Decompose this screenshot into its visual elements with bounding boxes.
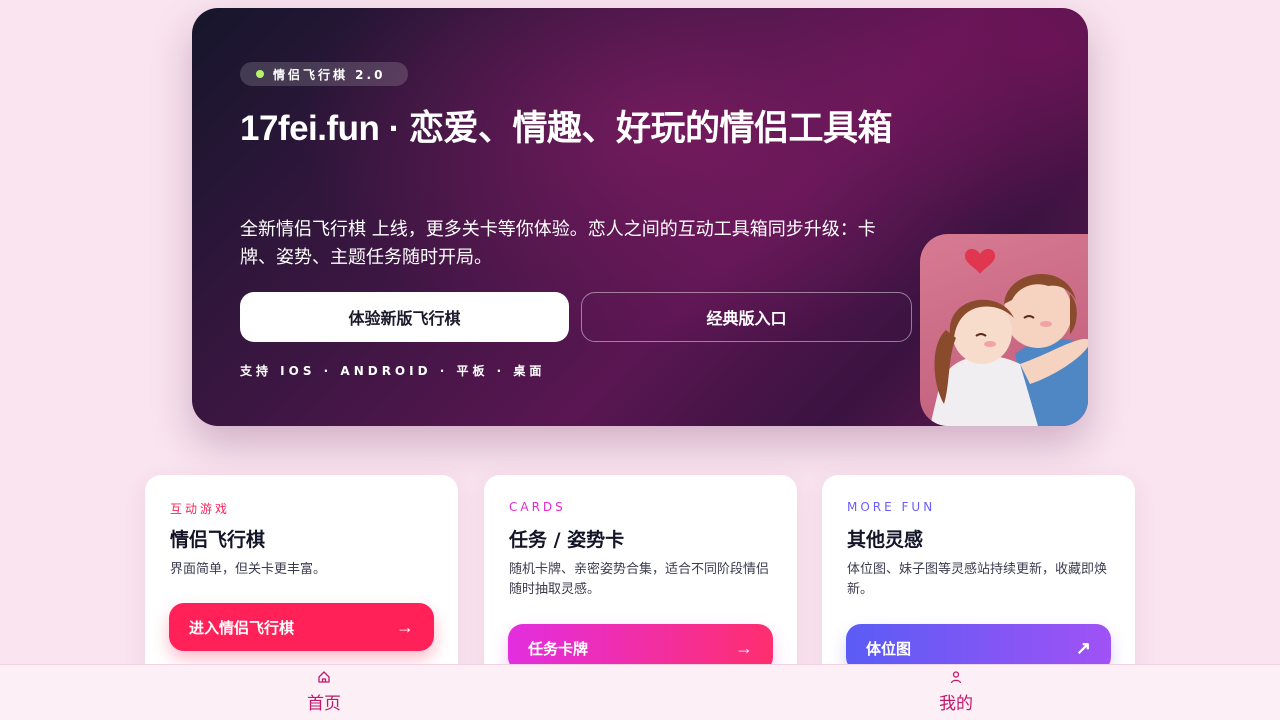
hero-banner: 情侣飞行棋 2.0 17fei.fun · 恋爱、情趣、好玩的情侣工具箱 全新情… bbox=[192, 8, 1088, 426]
card-description: 体位图、妹子图等灵感站持续更新，收藏即焕新。 bbox=[847, 562, 1108, 597]
card-title: 其他灵感 bbox=[847, 529, 924, 551]
nav-label-profile: 我的 bbox=[939, 694, 973, 714]
enter-flight-chess-button[interactable]: 进入情侣飞行棋 → bbox=[169, 603, 434, 651]
nav-item-home[interactable]: 首页 bbox=[264, 665, 384, 720]
couple-hug-illustration bbox=[920, 234, 1088, 426]
card-description: 随机卡牌、亲密姿势合集，适合不同阶段情侣随时抽取灵感。 bbox=[509, 562, 770, 597]
classic-version-button[interactable]: 经典版入口 bbox=[581, 292, 912, 342]
card-title: 情侣飞行棋 bbox=[170, 529, 266, 551]
nav-label-home: 首页 bbox=[307, 694, 341, 714]
page-title: 17fei.fun · 恋爱、情趣、好玩的情侣工具箱 bbox=[240, 109, 893, 148]
version-badge-label: 情侣飞行棋 2.0 bbox=[273, 67, 386, 82]
arrow-up-right-icon: ↗ bbox=[1075, 637, 1091, 658]
status-dot-icon bbox=[256, 70, 264, 78]
arrow-right-icon: → bbox=[396, 616, 414, 637]
version-badge: 情侣飞行棋 2.0 bbox=[240, 62, 408, 86]
card-eyebrow: MORE FUN bbox=[847, 500, 936, 514]
card-title: 任务 / 姿势卡 bbox=[509, 529, 625, 551]
bottom-navigation: 首页 我的 bbox=[0, 664, 1280, 720]
card-eyebrow: CARDS bbox=[509, 500, 566, 514]
home-icon bbox=[317, 669, 331, 685]
positions-label: 体位图 bbox=[866, 640, 912, 658]
try-new-flight-chess-button[interactable]: 体验新版飞行棋 bbox=[240, 292, 569, 342]
card-description: 界面简单，但关卡更丰富。 bbox=[170, 562, 327, 577]
nav-item-profile[interactable]: 我的 bbox=[896, 665, 1016, 720]
user-icon bbox=[949, 669, 963, 685]
platform-support-text: 支持 IOS · ANDROID · 平板 · 桌面 bbox=[240, 364, 546, 378]
arrow-right-icon: → bbox=[735, 637, 753, 658]
card-eyebrow: 互动游戏 bbox=[170, 502, 231, 516]
task-cards-label: 任务卡牌 bbox=[528, 640, 589, 658]
enter-flight-chess-label: 进入情侣飞行棋 bbox=[189, 619, 295, 637]
hero-description: 全新情侣飞行棋 上线，更多关卡等你体验。恋人之间的互动工具箱同步升级：卡牌、姿势… bbox=[240, 219, 876, 268]
